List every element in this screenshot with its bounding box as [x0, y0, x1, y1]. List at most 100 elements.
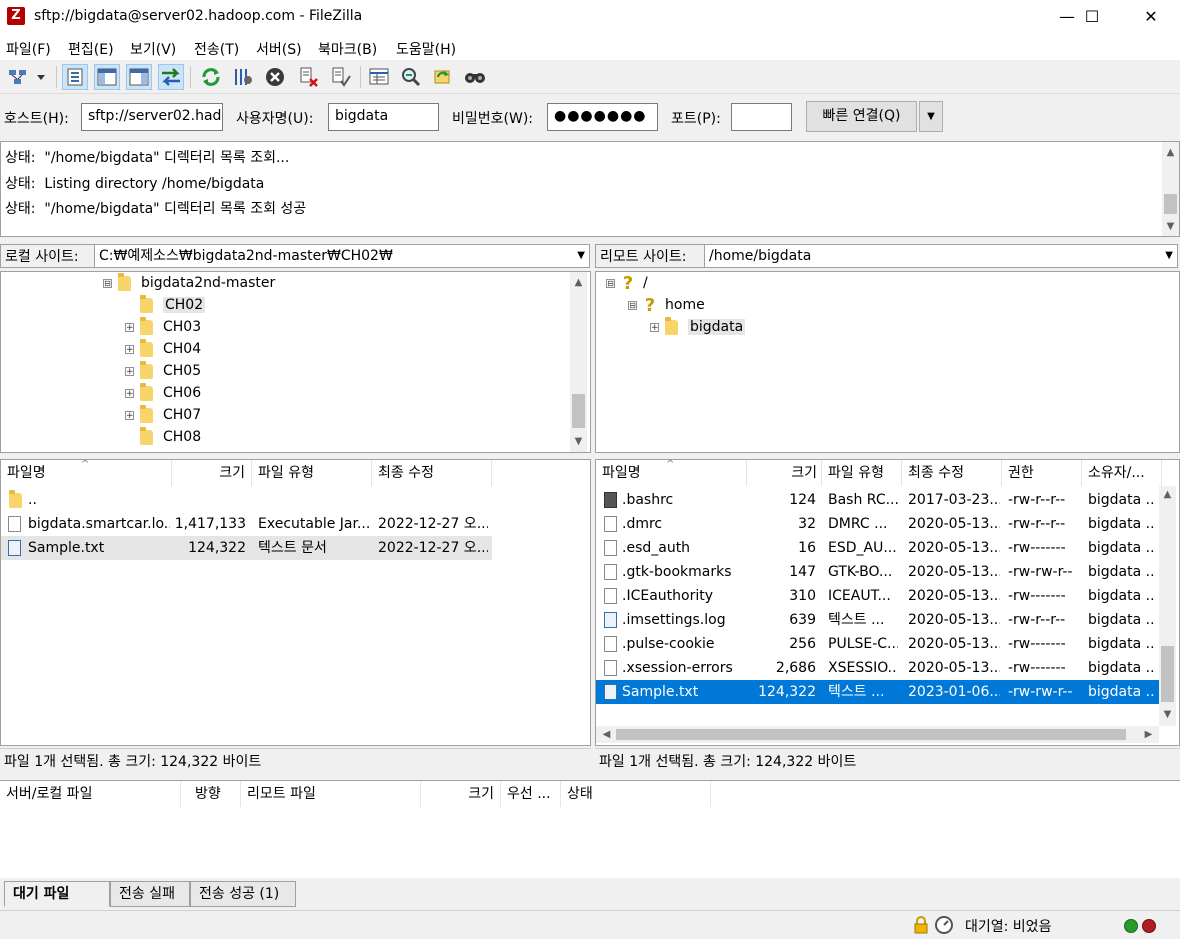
- tree-node-ch08[interactable]: CH08: [125, 426, 201, 447]
- column-header-filename[interactable]: 파일명 ^: [1, 460, 172, 486]
- process-queue-icon[interactable]: [230, 64, 256, 90]
- file-row[interactable]: .pulse-cookie 256 PULSE-C... 2020-05-13... -…: [596, 632, 1159, 656]
- remote-status: 파일 1개 선택됨. 총 크기: 124,322 바이트: [595, 748, 1180, 774]
- file-row-sample-txt[interactable]: Sample.txt 124,322 텍스트 문서 2022-12-27 오..…: [1, 536, 492, 560]
- quickconnect-button[interactable]: 빠른 연결(Q): [806, 101, 917, 132]
- disconnect-icon[interactable]: [296, 64, 322, 90]
- column-header-type[interactable]: 파일 유형: [822, 460, 902, 486]
- close-button[interactable]: ✕: [1128, 0, 1174, 34]
- directory-listing-filters-icon[interactable]: [366, 64, 392, 90]
- tree-node-ch03[interactable]: + CH03: [125, 316, 201, 337]
- menu-file[interactable]: 파일(F): [6, 39, 51, 59]
- compare-directories-icon[interactable]: [398, 64, 424, 90]
- scroll-down-icon[interactable]: ▼: [1162, 218, 1179, 235]
- scroll-right-icon[interactable]: ▶: [1140, 726, 1157, 743]
- local-path-input[interactable]: C:₩예제소스₩bigdata2nd-master₩CH02₩ ▼: [94, 244, 590, 268]
- tree-node-root[interactable]: ⊟? /: [606, 273, 648, 294]
- remote-site-bar: 리모트 사이트: /home/bigdata ▼: [595, 242, 1180, 270]
- toggle-queue-icon[interactable]: [158, 64, 184, 90]
- jar-file-icon: [8, 516, 21, 532]
- file-row[interactable]: .xsession-errors 2,686 XSESSIO... 2020-05-1…: [596, 656, 1159, 680]
- scroll-down-icon[interactable]: ▼: [570, 433, 587, 450]
- tab-failed-transfers[interactable]: 전송 실패: [110, 881, 190, 907]
- queue-column-size[interactable]: 크기: [421, 781, 501, 807]
- file-row-bigdata-smartcar[interactable]: bigdata.smartcar.lo... 1,417,133 Executa…: [1, 512, 492, 536]
- toggle-local-tree-icon[interactable]: [94, 64, 120, 90]
- menu-server[interactable]: 서버(S): [256, 39, 302, 59]
- host-input[interactable]: sftp://server02.hado: [81, 103, 223, 131]
- file-row[interactable]: Sample.txt 124,322 텍스트 ... 2023-01-06... -rw…: [596, 680, 1159, 704]
- lock-icon[interactable]: [912, 915, 930, 939]
- file-row[interactable]: .gtk-bookmarks 147 GTK-BO... 2020-05-13... -…: [596, 560, 1159, 584]
- queue-column-local-file[interactable]: 서버/로컬 파일: [0, 781, 181, 807]
- queue-column-status[interactable]: 상태: [561, 781, 711, 807]
- scroll-up-icon[interactable]: ▲: [1159, 486, 1176, 503]
- column-header-owner[interactable]: 소유자/...: [1082, 460, 1162, 486]
- file-row-parent[interactable]: ..: [1, 488, 492, 512]
- column-header-type[interactable]: 파일 유형: [252, 460, 372, 486]
- folder-icon: [140, 382, 153, 401]
- tab-successful-transfers[interactable]: 전송 성공 (1): [190, 881, 296, 907]
- toggle-message-log-icon[interactable]: [62, 64, 88, 90]
- cancel-icon[interactable]: [262, 64, 288, 90]
- file-row[interactable]: .ICEauthority 310 ICEAUT... 2020-05-13... -r…: [596, 584, 1159, 608]
- column-header-size[interactable]: 크기: [747, 460, 822, 486]
- reconnect-icon[interactable]: [328, 64, 354, 90]
- remote-list-hscrollbar[interactable]: ◀ ▶: [596, 726, 1159, 743]
- unknown-folder-icon: ?: [644, 294, 656, 316]
- sync-browsing-icon[interactable]: [430, 64, 456, 90]
- quickconnect-dropdown[interactable]: ▼: [919, 101, 943, 132]
- column-header-filename[interactable]: 파일명 ^: [596, 460, 747, 486]
- menu-edit[interactable]: 편집(E): [68, 39, 114, 59]
- file-row[interactable]: .imsettings.log 639 텍스트 ... 2020-05-13... -r…: [596, 608, 1159, 632]
- scroll-up-icon[interactable]: ▲: [1162, 144, 1179, 161]
- maximize-button[interactable]: ☐: [1069, 0, 1115, 34]
- column-header-modified[interactable]: 최종 수정: [372, 460, 492, 486]
- menu-help[interactable]: 도움말(H): [396, 39, 456, 59]
- port-input[interactable]: [731, 103, 792, 131]
- remote-list-scrollbar[interactable]: ▲ ▼: [1159, 486, 1176, 726]
- tree-node-bigdata[interactable]: + bigdata: [650, 316, 746, 337]
- tree-node-home[interactable]: ⊟? home: [628, 294, 705, 316]
- queue-column-direction[interactable]: 방향: [181, 781, 241, 807]
- tree-node-ch04[interactable]: + CH04: [125, 338, 201, 359]
- file-row[interactable]: .dmrc 32 DMRC ... 2020-05-13... -rw-r--r-- bi…: [596, 512, 1159, 536]
- scroll-left-icon[interactable]: ◀: [598, 726, 615, 743]
- column-header-modified[interactable]: 최종 수정: [902, 460, 1002, 486]
- text-file-icon: [604, 612, 617, 628]
- chevron-down-icon[interactable]: ▼: [577, 245, 585, 267]
- text-file-icon: [8, 540, 21, 556]
- column-header-size[interactable]: 크기: [172, 460, 252, 486]
- menu-bookmarks[interactable]: 북마크(B): [318, 39, 377, 59]
- tree-node-ch06[interactable]: + CH06: [125, 382, 201, 403]
- tree-node-ch07[interactable]: + CH07: [125, 404, 201, 425]
- sort-up-icon: ^: [81, 460, 90, 470]
- tree-node-ch05[interactable]: + CH05: [125, 360, 201, 381]
- speed-limit-icon[interactable]: [934, 915, 954, 939]
- receive-indicator-icon: [1124, 919, 1138, 933]
- file-row[interactable]: .bashrc 124 Bash RC... 2017-03-23... -rw-r--…: [596, 488, 1159, 512]
- password-input[interactable]: ●●●●●●●: [547, 103, 658, 131]
- refresh-icon[interactable]: [198, 64, 224, 90]
- tree-node-bigdata2nd-master[interactable]: ⊟ bigdata2nd-master: [103, 272, 275, 293]
- text-file-icon: [604, 684, 617, 700]
- site-manager-icon[interactable]: [4, 64, 50, 90]
- folder-icon: [140, 338, 153, 357]
- scroll-down-icon[interactable]: ▼: [1159, 706, 1176, 723]
- menu-view[interactable]: 보기(V): [130, 39, 176, 59]
- file-row[interactable]: .esd_auth 16 ESD_AU... 2020-05-13... -rw----…: [596, 536, 1159, 560]
- search-files-icon[interactable]: [462, 64, 488, 90]
- chevron-down-icon[interactable]: ▼: [1165, 245, 1173, 267]
- tree-node-ch02[interactable]: CH02: [125, 294, 206, 315]
- column-header-permissions[interactable]: 권한: [1002, 460, 1082, 486]
- menu-transfer[interactable]: 전송(T): [194, 39, 239, 59]
- queue-column-remote-file[interactable]: 리모트 파일: [241, 781, 421, 807]
- queue-column-priority[interactable]: 우선 ...: [501, 781, 561, 807]
- toggle-remote-tree-icon[interactable]: [126, 64, 152, 90]
- log-scrollbar[interactable]: ▲ ▼: [1162, 142, 1179, 236]
- remote-path-input[interactable]: /home/bigdata ▼: [704, 244, 1178, 268]
- local-tree-scrollbar[interactable]: ▲ ▼: [570, 272, 587, 452]
- tab-queued-files[interactable]: 대기 파일: [4, 881, 110, 907]
- username-input[interactable]: bigdata: [328, 103, 439, 131]
- scroll-up-icon[interactable]: ▲: [570, 274, 587, 291]
